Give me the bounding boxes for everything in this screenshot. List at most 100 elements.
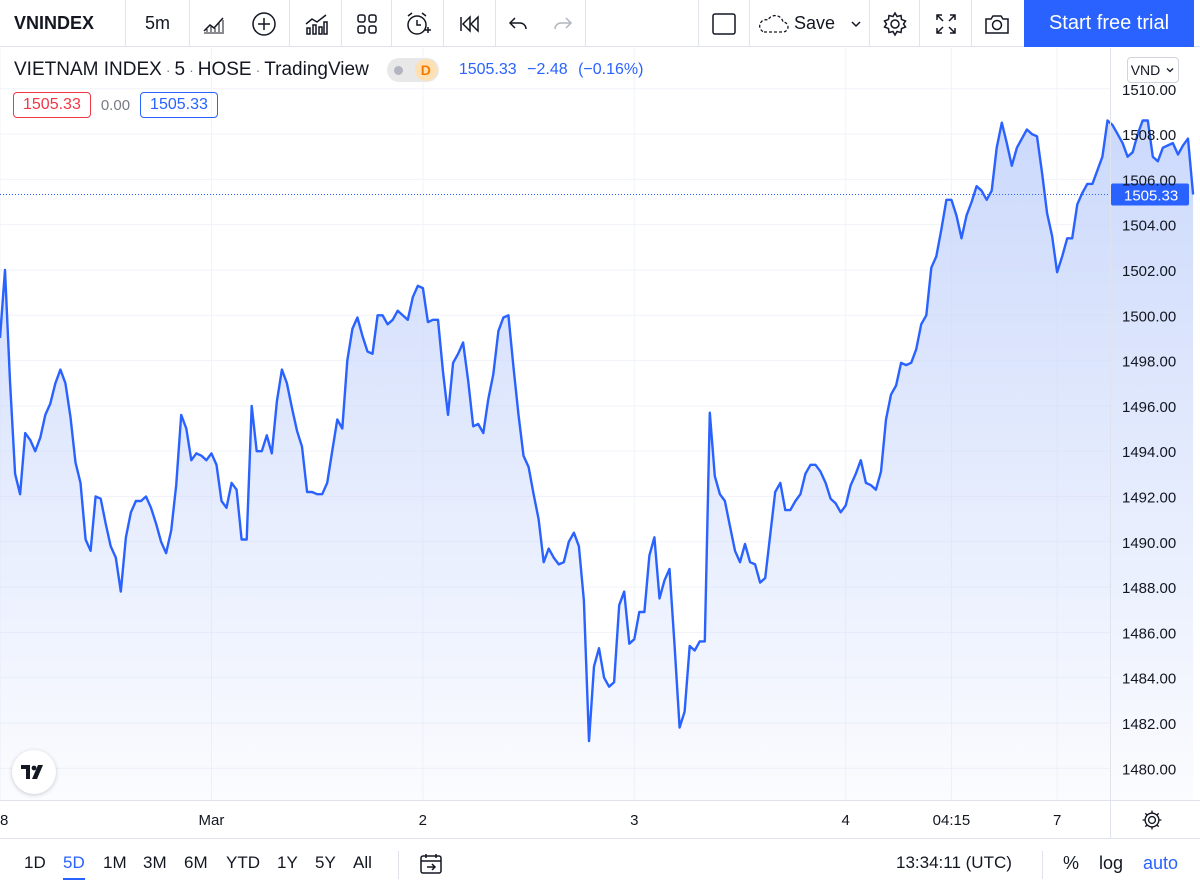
top-toolbar: VNINDEX 5m Save Start free trial [0, 0, 1200, 47]
alert-button[interactable] [392, 0, 444, 47]
legend-interval: 5 [174, 59, 186, 80]
legend-separator: · [189, 62, 194, 78]
percent-scale-toggle[interactable]: % [1063, 853, 1079, 874]
layout-button[interactable] [342, 0, 392, 47]
tradingview-logo-icon [21, 765, 43, 779]
settings-button[interactable] [870, 0, 920, 47]
undo-icon [508, 16, 527, 29]
price-tick-label: 1494.00 [1122, 444, 1176, 461]
ask-price-badge[interactable]: 1505.33 [140, 92, 218, 118]
gear-icon [1142, 810, 1162, 830]
time-tick-label: 2 [419, 812, 427, 829]
price-tick-label: 1498.00 [1122, 354, 1176, 371]
current-price-label: 1505.33 [1124, 188, 1178, 205]
range-6m[interactable]: 6M [184, 853, 208, 873]
bar-style-button[interactable] [190, 0, 238, 47]
calendar-goto-icon [420, 854, 442, 874]
legend-symbol-name[interactable]: VIETNAM INDEX [14, 59, 162, 81]
time-tick-label: 7 [1053, 812, 1061, 829]
chevron-down-icon [851, 20, 861, 27]
legend-change-percent: (−0.16%) [578, 61, 644, 78]
legend-separator: · [255, 62, 261, 78]
price-tick-label: 1484.00 [1122, 671, 1176, 688]
time-axis[interactable]: 28 Mar 2 3 4 04:15 7 [0, 800, 1200, 830]
cloud-icon [759, 14, 789, 33]
tradingview-logo[interactable] [12, 750, 56, 794]
price-tick-label: 1496.00 [1122, 399, 1176, 416]
redo-button[interactable] [540, 0, 586, 47]
range-1y[interactable]: 1Y [277, 853, 298, 873]
bid-price-badge[interactable]: 1505.33 [13, 92, 91, 118]
market-status-dot [393, 66, 403, 75]
go-to-date-button[interactable] [418, 852, 444, 881]
snapshot-button[interactable] [972, 0, 1022, 47]
replay-icon [459, 14, 479, 33]
market-status-pill[interactable]: D [386, 58, 439, 82]
range-1m[interactable]: 1M [103, 853, 127, 873]
price-tick-label: 1492.00 [1122, 489, 1176, 506]
auto-scale-toggle[interactable]: auto [1143, 853, 1178, 874]
legend-last-price: 1505.33 [458, 61, 517, 78]
undo-button[interactable] [496, 0, 540, 47]
axis-settings-button[interactable] [1140, 808, 1164, 837]
time-tick-label: 28 [0, 812, 8, 829]
time-tick-label: Mar [199, 812, 225, 829]
time-tick-label: 04:15 [933, 812, 971, 829]
clock-timezone[interactable]: 13:34:11 (UTC) [896, 853, 1012, 873]
compare-icon [251, 11, 276, 36]
time-tick-label: 3 [630, 812, 638, 829]
start-free-trial-button[interactable]: Start free trial [1024, 0, 1194, 47]
save-label: Save [793, 13, 836, 33]
range-3m[interactable]: 3M [143, 853, 167, 873]
price-tick-label: 1510.00 [1122, 82, 1176, 99]
compare-button[interactable] [238, 0, 290, 47]
price-tick-label: 1488.00 [1122, 580, 1176, 597]
redo-icon [553, 16, 572, 29]
price-tick-label: 1508.00 [1122, 127, 1176, 144]
bottom-toolbar: 1D 5D 1M 3M 6M YTD 1Y 5Y All 13:34:11 (U… [0, 838, 1200, 891]
price-tick-label: 1486.00 [1122, 625, 1176, 642]
log-scale-toggle[interactable]: log [1099, 853, 1123, 874]
gear-icon [882, 10, 907, 37]
indicators-button[interactable] [290, 0, 342, 47]
currency-label: VND [1130, 62, 1161, 78]
divider [398, 851, 399, 879]
legend-exchange: HOSE [197, 59, 252, 80]
range-5y[interactable]: 5Y [315, 853, 336, 873]
chart-area[interactable]: 1505.33 1480.00 1482.00 1484.00 1486.00 1488… [0, 47, 1200, 838]
camera-icon [985, 14, 1009, 34]
fullscreen-icon [935, 13, 956, 34]
price-tick-label: 1502.00 [1122, 263, 1176, 280]
chevron-down-icon [1166, 68, 1174, 73]
price-tick-label: 1504.00 [1122, 218, 1176, 235]
divider [1042, 851, 1043, 879]
legend-quote: 1505.33 −2.48 (−0.16%) [459, 61, 650, 79]
symbol-search-button[interactable]: VNINDEX [0, 0, 126, 47]
price-tick-label: 1506.00 [1122, 172, 1176, 189]
range-ytd[interactable]: YTD [226, 853, 260, 873]
indicators-icon [305, 13, 328, 35]
layout-icon [356, 13, 377, 34]
alert-icon [406, 11, 431, 35]
price-tick-label: 1480.00 [1122, 761, 1176, 778]
legend-change: −2.48 [527, 61, 568, 78]
spread-value: 0.00 [100, 96, 131, 114]
chart-legend: VIETNAM INDEX · 5 · HOSE · TradingView D… [14, 58, 649, 82]
price-tick-label: 1482.00 [1122, 716, 1176, 733]
legend-separator: · [165, 62, 171, 78]
bar-style-icon [203, 16, 224, 33]
interval-button[interactable]: 5m [126, 0, 190, 47]
range-1d[interactable]: 1D [24, 853, 46, 873]
range-all[interactable]: All [353, 853, 372, 873]
price-tick-label: 1500.00 [1122, 308, 1176, 325]
save-button[interactable]: Save [750, 0, 870, 47]
rectangle-icon [712, 12, 736, 35]
delayed-data-badge[interactable]: D [414, 59, 437, 81]
drawing-rectangle-button[interactable] [698, 0, 750, 47]
currency-selector[interactable]: VND [1127, 57, 1179, 83]
legend-source: TradingView [264, 59, 369, 80]
range-5d[interactable]: 5D [63, 853, 85, 880]
bid-ask-badges: 1505.33 0.00 1505.33 [13, 92, 218, 118]
fullscreen-button[interactable] [920, 0, 972, 47]
replay-button[interactable] [444, 0, 496, 47]
